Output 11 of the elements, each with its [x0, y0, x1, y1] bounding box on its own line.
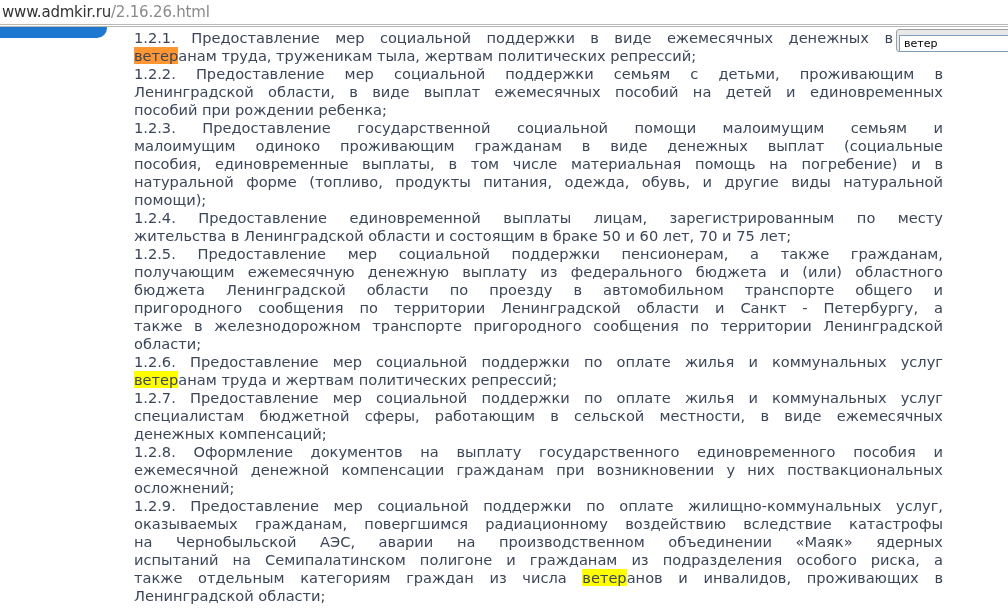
find-field[interactable]: ветер [896, 29, 1008, 52]
list-paragraph: 1.2.6. Предоставление мер социальной поддержки по оплате жилья и коммунальных услуг ветеранам труда и жертвам политических репрессий; [134, 353, 943, 389]
list-paragraph: 1.2.3. Предоставление государственной социальной помощи малоимущим семьям и малоимущим одиноко проживающим гражданам в виде денежных выплат (социальные пособия, единовременные выплаты, в том числе материальная помощь на погребение) и в натуральной форме (топливо, продукты питания, одежда, обувь, и другие виды натуральной помощи); [134, 119, 943, 209]
url-path: /2.16.26.html [111, 3, 210, 21]
list-paragraph: 1.2.8. Оформление документов на выплату государственного единовременного пособия и ежемесячной денежной компенсации гражданам при возникновении у них поствакциональных осложнений; [134, 443, 943, 497]
list-paragraph: 1.2.4. Предоставление единовременной выплаты лицам, зарегистрированным по месту жительства в Ленинградской области и состоящим в браке 50 и 60 лет, 70 и 75 лет; [134, 209, 943, 245]
url-domain: www.admkir.ru [2, 3, 111, 21]
list-paragraph: 1.2.7. Предоставление мер социальной поддержки по оплате жилья и коммунальных услуг специалистам бюджетной сферы, работающим в сельской местности, в виде ежемесячных денежных компенсаций; [134, 389, 943, 443]
list-paragraph: 1.2.5. Предоставление мер социальной поддержки пенсионерам, а также гражданам, получающим ежемесячную денежную выплату из федерального бюджета и (или) областного бюджета Ленинградской области по проезду в автомобильном транспорте общего и пригородного сообщения по территории Ленинградской области и Санкт - Петербургу, а также в железнодорожном транспорте пригородного сообщения по территории Ленинградской области; [134, 245, 943, 353]
list-paragraph: 1.2.9. Предоставление мер социальной поддержки по оплате жилищно-коммунальных услуг, оказываемых гражданам, повергшимся радиационному воздействию вследствие катастрофы на Чернобыльской АЭС, аварии на производственном объединении «Маяк» ядерных испытаний на Семипалатинском полигоне и гражданам из подразделения особого риска, а также отдельным категориям граждан из числа ветеранов и инвалидов, проживающих в Ленинградской области; [134, 497, 943, 605]
list-paragraph: 1.2.2. Предоставление мер социальной поддержки семьям с детьми, проживающим в Ленинградской области, в виде выплат ежемесячных пособий на детей и единовременных пособий при рождении ребенка; [134, 65, 943, 119]
